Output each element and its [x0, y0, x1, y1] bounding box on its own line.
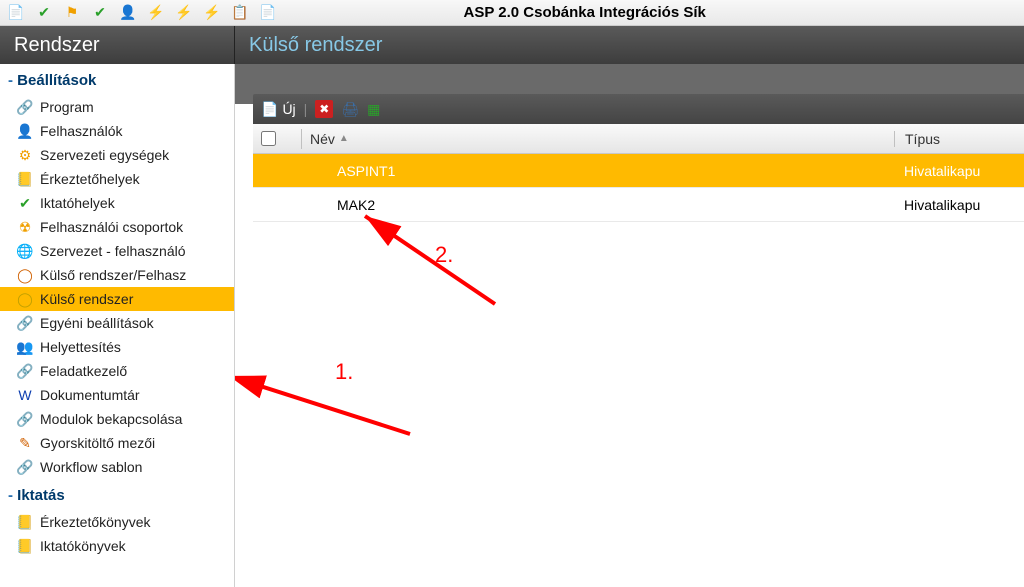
sidebar-item[interactable]: 🔗 Modulok bekapcsolása — [0, 407, 234, 431]
sidebar-item-label: Felhasználók — [40, 123, 123, 139]
sidebar-item-icon: ◯ — [16, 266, 34, 284]
new-button[interactable]: 📄 Új — [261, 101, 296, 118]
header-left-title: Rendszer — [0, 26, 235, 64]
sidebar-item-label: Külső rendszer — [40, 291, 133, 307]
column-name-label: Név — [310, 131, 335, 147]
sidebar-item[interactable]: 🔗 Egyéni beállítások — [0, 311, 234, 335]
tb-icon-8[interactable]: ⚡ — [200, 2, 224, 24]
sidebar-item[interactable]: 📒 Érkeztetőhelyek — [0, 167, 234, 191]
row-type: Hivatalikapu — [894, 197, 1024, 213]
sidebar-item-icon: W — [16, 386, 34, 404]
tb-icon-10[interactable]: 📄 — [256, 2, 280, 24]
tb-icon-4[interactable]: ✔ — [88, 2, 112, 24]
sidebar-item-label: Dokumentumtár — [40, 387, 140, 403]
annotation-1: 1. — [335, 359, 353, 385]
sidebar-item-icon: ◯ — [16, 290, 34, 308]
sidebar-item[interactable]: 🔗 Workflow sablon — [0, 455, 234, 479]
sidebar-item[interactable]: ✎ Gyorskitöltő mezői — [0, 431, 234, 455]
sidebar-item[interactable]: ◯ Külső rendszer/Felhasz — [0, 263, 234, 287]
sidebar-item-icon: 👥 — [16, 338, 34, 356]
column-separator — [301, 129, 302, 149]
sidebar-item[interactable]: ☢ Felhasználói csoportok — [0, 215, 234, 239]
sidebar-item[interactable]: 👤 Felhasználók — [0, 119, 234, 143]
sidebar-item-icon: 🔗 — [16, 314, 34, 332]
sidebar-item-label: Feladatkezelő — [40, 363, 127, 379]
sidebar-item-label: Felhasználói csoportok — [40, 219, 183, 235]
sidebar-section-head[interactable]: Iktatás — [0, 479, 234, 510]
row-type: Hivatalikapu — [894, 163, 1024, 179]
sidebar-item[interactable]: ✔ Iktatóhelyek — [0, 191, 234, 215]
sort-asc-icon: ▲ — [339, 133, 349, 144]
sidebar-item-icon: 🔗 — [16, 458, 34, 476]
tb-icon-2[interactable]: ✔ — [32, 2, 56, 24]
tb-icon-3[interactable]: ⚑ — [60, 2, 84, 24]
sidebar-item[interactable]: 🔗 Feladatkezelő — [0, 359, 234, 383]
top-toolbar: 📄 ✔ ⚑ ✔ 👤 ⚡ ⚡ ⚡ 📋 📄 ASP 2.0 Csobánka Int… — [0, 0, 1024, 26]
select-all-cell — [261, 131, 301, 146]
delete-button[interactable]: ✖ — [315, 100, 333, 118]
tb-icon-9[interactable]: 📋 — [228, 2, 252, 24]
sidebar-item-label: Szervezet - felhasználó — [40, 243, 186, 259]
table-row[interactable]: MAK2Hivatalikapu — [253, 188, 1024, 222]
sidebar-item[interactable]: 📒 Iktatókönyvek — [0, 534, 234, 558]
sidebar-item-icon: ☢ — [16, 218, 34, 236]
sidebar-item[interactable]: 👥 Helyettesítés — [0, 335, 234, 359]
tb-icon-1[interactable]: 📄 — [4, 2, 28, 24]
file-icon: 📄 — [261, 101, 278, 118]
sidebar-item-label: Iktatóhelyek — [40, 195, 115, 211]
toolbar-separator: | — [304, 101, 308, 117]
row-name: MAK2 — [337, 197, 894, 213]
sidebar-item-icon: 📒 — [16, 513, 34, 531]
sidebar-item-label: Érkeztetőkönyvek — [40, 514, 151, 530]
sidebar-item[interactable]: ⚙ Szervezeti egységek — [0, 143, 234, 167]
sidebar-item-label: Program — [40, 99, 94, 115]
main-content: 📄 Új | ✖ 🖨 ▦ Név ▲ Típus ASPINT1Hivatali… — [235, 64, 1024, 587]
annotation-2: 2. — [435, 242, 453, 268]
table-row[interactable]: ASPINT1Hivatalikapu — [253, 154, 1024, 188]
sidebar: Beállítások 🔗 Program 👤 Felhasználók ⚙ Szervez… — [0, 64, 235, 587]
sidebar-item-icon: 👤 — [16, 122, 34, 140]
sidebar-item-icon: 📒 — [16, 537, 34, 555]
new-button-label: Új — [282, 101, 295, 117]
sidebar-item-label: Érkeztetőhelyek — [40, 171, 140, 187]
content-toolbar: 📄 Új | ✖ 🖨 ▦ — [253, 94, 1024, 124]
select-all-checkbox[interactable] — [261, 131, 276, 146]
sidebar-item[interactable]: 📒 Érkeztetőkönyvek — [0, 510, 234, 534]
sidebar-item-label: Külső rendszer/Felhasz — [40, 267, 186, 283]
sidebar-item-label: Helyettesítés — [40, 339, 121, 355]
sidebar-item-label: Gyorskitöltő mezői — [40, 435, 155, 451]
column-header-name[interactable]: Név ▲ — [310, 131, 894, 147]
sidebar-item-icon: ✎ — [16, 434, 34, 452]
sidebar-item-icon: 🔗 — [16, 98, 34, 116]
sidebar-item-label: Iktatókönyvek — [40, 538, 126, 554]
sidebar-item-label: Egyéni beállítások — [40, 315, 154, 331]
sidebar-item-icon: ✔ — [16, 194, 34, 212]
sidebar-item-icon: 🔗 — [16, 410, 34, 428]
sidebar-item-label: Modulok bekapcsolása — [40, 411, 182, 427]
app-title: ASP 2.0 Csobánka Integrációs Sík — [464, 4, 706, 21]
tb-icon-7[interactable]: ⚡ — [172, 2, 196, 24]
sidebar-item[interactable]: 🌐 Szervezet - felhasználó — [0, 239, 234, 263]
column-type-label: Típus — [905, 131, 940, 147]
sidebar-item-icon: 🔗 — [16, 362, 34, 380]
sidebar-item[interactable]: W Dokumentumtár — [0, 383, 234, 407]
sidebar-item-icon: 🌐 — [16, 242, 34, 260]
export-excel-button[interactable]: ▦ — [367, 101, 380, 118]
sidebar-item[interactable]: 🔗 Program — [0, 95, 234, 119]
tb-icon-5[interactable]: 👤 — [116, 2, 140, 24]
sidebar-item-label: Workflow sablon — [40, 459, 142, 475]
sidebar-section-head[interactable]: Beállítások — [0, 64, 234, 95]
sidebar-item-icon: 📒 — [16, 170, 34, 188]
column-header-type[interactable]: Típus — [894, 131, 1024, 147]
table-body: ASPINT1HivatalikapuMAK2Hivatalikapu — [253, 154, 1024, 222]
sidebar-item-icon: ⚙ — [16, 146, 34, 164]
sidebar-item[interactable]: ◯ Külső rendszer — [0, 287, 234, 311]
tb-icon-6[interactable]: ⚡ — [144, 2, 168, 24]
print-button[interactable]: 🖨 — [341, 101, 359, 118]
header-right-title: Külső rendszer — [235, 26, 1024, 64]
header-bar: Rendszer Külső rendszer — [0, 26, 1024, 64]
row-name: ASPINT1 — [337, 163, 894, 179]
sidebar-item-label: Szervezeti egységek — [40, 147, 169, 163]
table-header: Név ▲ Típus — [253, 124, 1024, 154]
